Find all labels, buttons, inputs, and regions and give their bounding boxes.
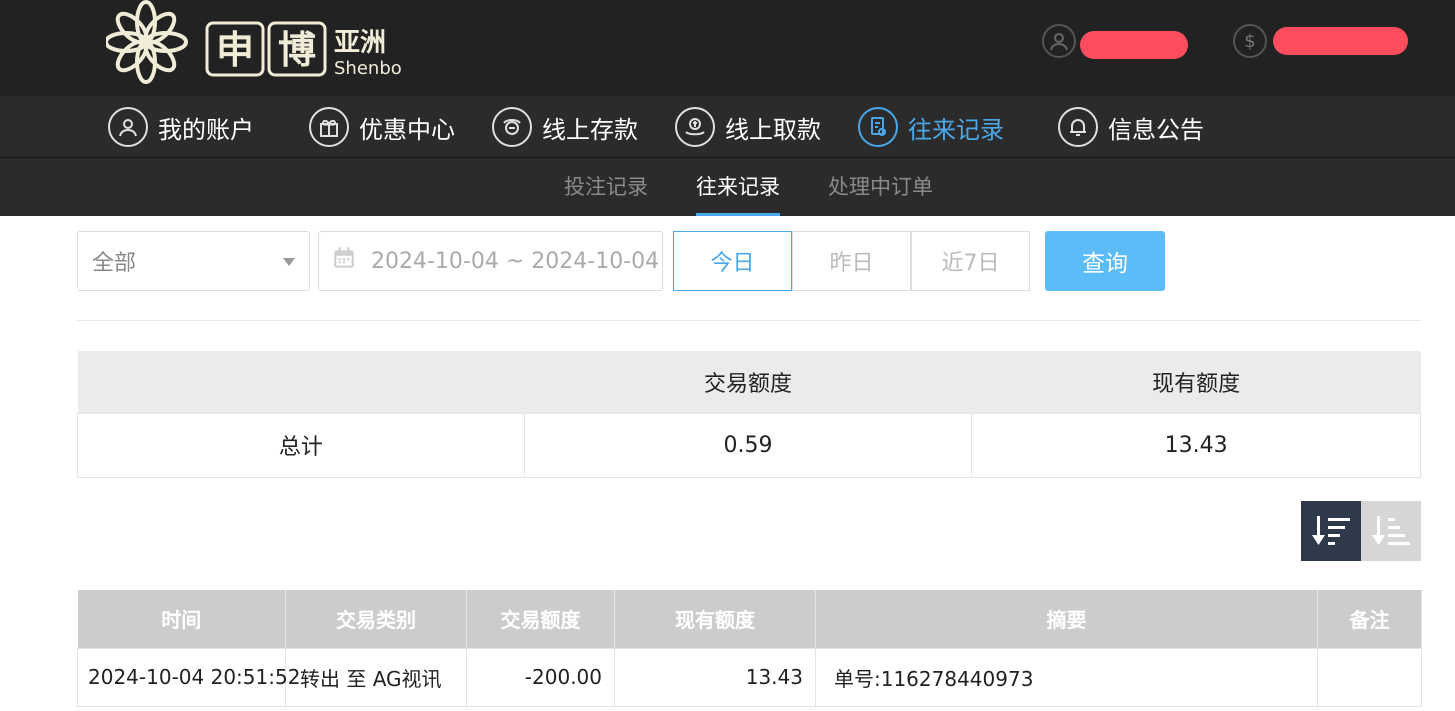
col-header-amount[interactable]: 交易额度 <box>466 590 615 648</box>
col-header-remark[interactable]: 备注 <box>1317 590 1422 648</box>
deposit-icon <box>492 107 532 147</box>
today-button[interactable]: 今日 <box>673 231 792 291</box>
logo-char-1: 申 <box>216 28 254 72</box>
balance-area[interactable]: $ <box>1233 22 1408 60</box>
cell-remark <box>1317 647 1422 707</box>
summary-header-blank <box>77 351 525 413</box>
summary-table: 交易额度 现有额度 总计 0.59 13.43 <box>77 351 1421 478</box>
cell-time: 2024-10-04 20:51:52 <box>77 647 300 707</box>
logo-char-2: 博 <box>278 28 316 72</box>
records-icon <box>858 107 898 147</box>
summary-row: 总计 0.59 13.43 <box>77 412 1421 478</box>
gift-icon <box>309 107 349 147</box>
logo-sub-cn: 亚洲 <box>334 28 386 58</box>
summary-transaction-amount: 0.59 <box>523 412 973 478</box>
col-header-type[interactable]: 交易类别 <box>285 590 467 648</box>
subtab-bet-records[interactable]: 投注记录 <box>564 158 648 216</box>
sort-descending-button[interactable] <box>1301 501 1361 561</box>
summary-header-transaction-amount: 交易额度 <box>524 351 972 413</box>
summary-header-current-balance: 现有额度 <box>971 351 1421 413</box>
nav-deposit[interactable]: 线上存款 <box>492 96 638 158</box>
cell-amount: -200.00 <box>466 647 615 707</box>
col-header-summary[interactable]: 摘要 <box>815 590 1318 648</box>
nav-announcements[interactable]: 信息公告 <box>1058 96 1204 158</box>
nav-label: 线上存款 <box>542 115 638 144</box>
records-header-row: 时间 交易类别 交易额度 现有额度 摘要 备注 <box>77 590 1422 648</box>
sort-ascending-button[interactable] <box>1361 501 1421 561</box>
nav-transaction-records[interactable]: 往来记录 <box>858 96 1004 158</box>
table-row[interactable]: 2024-10-04 20:51:52 转出 至 AG视讯 -200.00 13… <box>77 647 1422 707</box>
transaction-type-select[interactable]: 全部 <box>77 231 310 291</box>
select-value: 全部 <box>92 251 137 276</box>
cell-balance: 13.43 <box>614 647 816 707</box>
divider <box>77 320 1421 321</box>
query-button[interactable]: 查询 <box>1045 231 1165 291</box>
dollar-icon: $ <box>1233 24 1267 58</box>
records-table: 时间 交易类别 交易额度 现有额度 摘要 备注 2024-10-04 20:51… <box>77 590 1422 707</box>
nav-label: 我的账户 <box>158 115 254 144</box>
caret-down-icon <box>283 258 295 266</box>
summary-total-label: 总计 <box>77 412 525 478</box>
cell-summary: 单号:116278440973 <box>815 647 1318 707</box>
user-account-area[interactable] <box>1042 22 1188 60</box>
main-nav: 我的账户 优惠中心 线上存款 线上取款 往来记录 信息公告 <box>0 96 1455 158</box>
nav-label: 往来记录 <box>908 115 1004 144</box>
nav-promotions[interactable]: 优惠中心 <box>309 96 455 158</box>
redacted-username <box>1080 31 1188 59</box>
shenbo-logo[interactable]: 申 博 亚洲 Shenbo <box>104 0 406 90</box>
nav-label: 信息公告 <box>1108 115 1204 144</box>
bell-icon <box>1058 107 1098 147</box>
user-icon <box>1042 24 1076 58</box>
nav-label: 优惠中心 <box>359 115 455 144</box>
withdraw-icon <box>675 107 715 147</box>
nav-withdraw[interactable]: 线上取款 <box>675 96 821 158</box>
subtab-pending-orders[interactable]: 处理中订单 <box>828 158 933 216</box>
redacted-balance <box>1273 27 1408 55</box>
col-header-time[interactable]: 时间 <box>77 590 286 648</box>
subtab-transaction-records[interactable]: 往来记录 <box>696 158 780 216</box>
sub-nav: 投注记录 往来记录 处理中订单 <box>0 158 1455 216</box>
summary-current-balance: 13.43 <box>971 412 1421 478</box>
col-header-balance[interactable]: 现有额度 <box>614 590 816 648</box>
top-header: 申 博 亚洲 Shenbo $ <box>0 0 1455 96</box>
cell-type: 转出 至 AG视讯 <box>285 647 467 707</box>
user-icon <box>108 107 148 147</box>
yesterday-button[interactable]: 昨日 <box>792 231 911 291</box>
nav-my-account[interactable]: 我的账户 <box>108 96 254 158</box>
sort-asc-icon <box>1372 516 1410 545</box>
last-7-days-button[interactable]: 近7日 <box>911 231 1030 291</box>
logo-sub-en: Shenbo <box>334 58 402 79</box>
date-range-input[interactable]: 2024-10-04 ~ 2024-10-04 <box>318 231 663 291</box>
sort-desc-icon <box>1312 516 1350 545</box>
calendar-icon <box>331 245 357 277</box>
date-range-value: 2024-10-04 ~ 2024-10-04 <box>371 248 660 274</box>
nav-label: 线上取款 <box>725 115 821 144</box>
